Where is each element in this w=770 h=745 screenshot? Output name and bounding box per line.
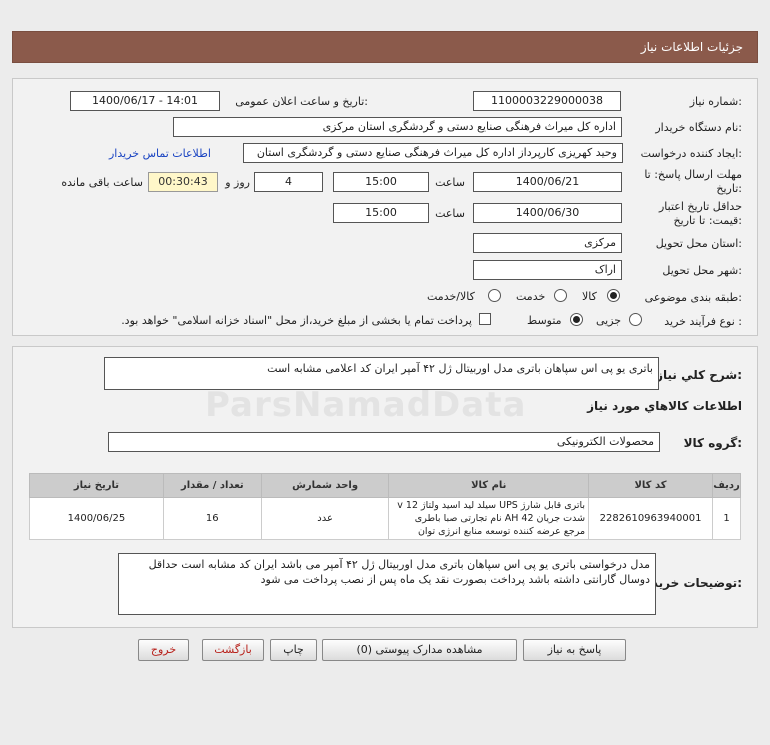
attachments-button[interactable]: مشاهده مدارک پیوستی (0) — [322, 639, 517, 661]
category-radio-both[interactable] — [488, 289, 501, 302]
remaining-time-field: 00:30:43 — [148, 172, 218, 192]
exit-button[interactable]: خروج — [138, 639, 189, 661]
category-option-goods: کالا — [582, 290, 597, 303]
cell-date: 1400/06/25 — [29, 497, 164, 540]
print-button[interactable]: چاپ — [270, 639, 317, 661]
page-header: جزئیات اطلاعات نیاز — [12, 31, 758, 63]
cell-row: 1 — [712, 497, 741, 540]
process-option-minor: جزیی — [596, 314, 622, 327]
process-radio-medium[interactable] — [570, 313, 583, 326]
table-row: 1 2282610963940001 باتری قابل شارژ UPS س… — [29, 497, 741, 540]
col-date: تاریخ نیاز — [29, 473, 164, 498]
buyer-org-label: نام دستگاه خریدار: — [655, 121, 742, 134]
process-option-medium: متوسط — [527, 314, 562, 327]
buyer-contact-link[interactable]: اطلاعات تماس خریدار — [109, 147, 211, 160]
validity-time-label: ساعت — [435, 207, 465, 220]
goods-group-field: محصولات الکترونیکی — [108, 432, 660, 452]
need-number-field: 1100003229000038 — [473, 91, 621, 111]
category-option-service: خدمت — [516, 290, 546, 303]
category-option-both: کالا/خدمت — [427, 290, 475, 303]
announce-field: 1400/06/17 - 14:01 — [70, 91, 220, 111]
items-section-title: اطلاعات کالاهاي مورد نياز — [587, 399, 742, 413]
cell-name: باتری قابل شارژ UPS سیلد لید اسید ولتاژ … — [388, 497, 590, 540]
city-label: شهر محل تحویل: — [662, 264, 742, 277]
city-field: اراک — [473, 260, 622, 280]
col-name: نام کالا — [388, 473, 590, 498]
process-radio-minor[interactable] — [629, 313, 642, 326]
deadline-label: مهلت ارسال پاسخ: تا — [644, 168, 742, 181]
col-unit: واحد شمارش — [260, 473, 390, 498]
province-field: مرکزی — [473, 233, 622, 253]
remaining-label: ساعت باقی مانده — [61, 176, 143, 189]
buyer-org-field: اداره کل میراث فرهنگی صنایع دستی و گردشگ… — [173, 117, 622, 137]
province-label: استان محل تحویل: — [655, 237, 742, 250]
validity-time-field: 15:00 — [333, 203, 429, 223]
payment-note: پرداخت تمام یا بخشی از مبلغ خرید،از محل … — [121, 314, 472, 327]
deadline-time-field: 15:00 — [333, 172, 429, 192]
days-field: 4 — [254, 172, 323, 192]
cell-unit: عدد — [260, 497, 390, 540]
deadline-label-date: تاریخ: — [716, 182, 742, 195]
category-radio-goods[interactable] — [607, 289, 620, 302]
page-title: جزئیات اطلاعات نیاز — [640, 40, 743, 54]
col-code: کد کالا — [588, 473, 714, 498]
reply-button[interactable]: پاسخ به نیاز — [523, 639, 626, 661]
days-label: روز و — [225, 176, 250, 189]
col-qty: تعداد / مقدار — [162, 473, 262, 498]
category-label: طبقه بندی موضوعی: — [644, 291, 742, 304]
items-table: ردیف کد کالا نام کالا واحد شمارش تعداد /… — [29, 473, 741, 540]
cell-code: 2282610963940001 — [588, 497, 714, 540]
need-number-label: شماره نیاز: — [689, 95, 742, 108]
treasury-checkbox[interactable] — [479, 313, 491, 325]
goods-group-label: گروه کالا: — [683, 436, 742, 450]
col-row: ردیف — [712, 473, 741, 498]
general-desc-label: شرح کلي نياز: — [656, 368, 742, 382]
back-button[interactable]: بازگشت — [202, 639, 264, 661]
announce-label: تاریخ و ساعت اعلان عمومی: — [235, 95, 368, 108]
cell-qty: 16 — [162, 497, 262, 540]
requester-label: ایجاد کننده درخواست: — [640, 147, 742, 160]
requester-field: وحید کهریزی کارپرداز اداره کل میراث فرهن… — [243, 143, 623, 163]
category-radio-service[interactable] — [554, 289, 567, 302]
validity-date-field: 1400/06/30 — [473, 203, 622, 223]
general-desc-field: باتری یو پی اس سپاهان باتری مدل اوربیتال… — [104, 357, 659, 390]
deadline-time-label: ساعت — [435, 176, 465, 189]
validity-label: حداقل تاریخ اعتبار — [658, 200, 742, 213]
buyer-notes-field: مدل درخواستی باتری یو پی اس سپاهان باتری… — [118, 553, 656, 615]
deadline-date-field: 1400/06/21 — [473, 172, 622, 192]
process-label: نوع فرآیند خرید : — [664, 315, 742, 328]
validity-label-date: قیمت: تا تاریخ: — [673, 214, 742, 227]
